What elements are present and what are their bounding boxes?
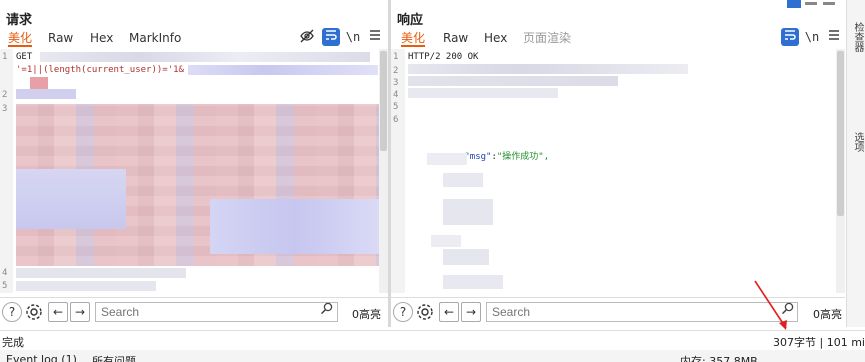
annotation-arrow-icon [754, 280, 787, 330]
app-window: 请求 美化 Raw Hex MarkInfo \n 1 2 3 4 5 GET … [0, 0, 865, 362]
